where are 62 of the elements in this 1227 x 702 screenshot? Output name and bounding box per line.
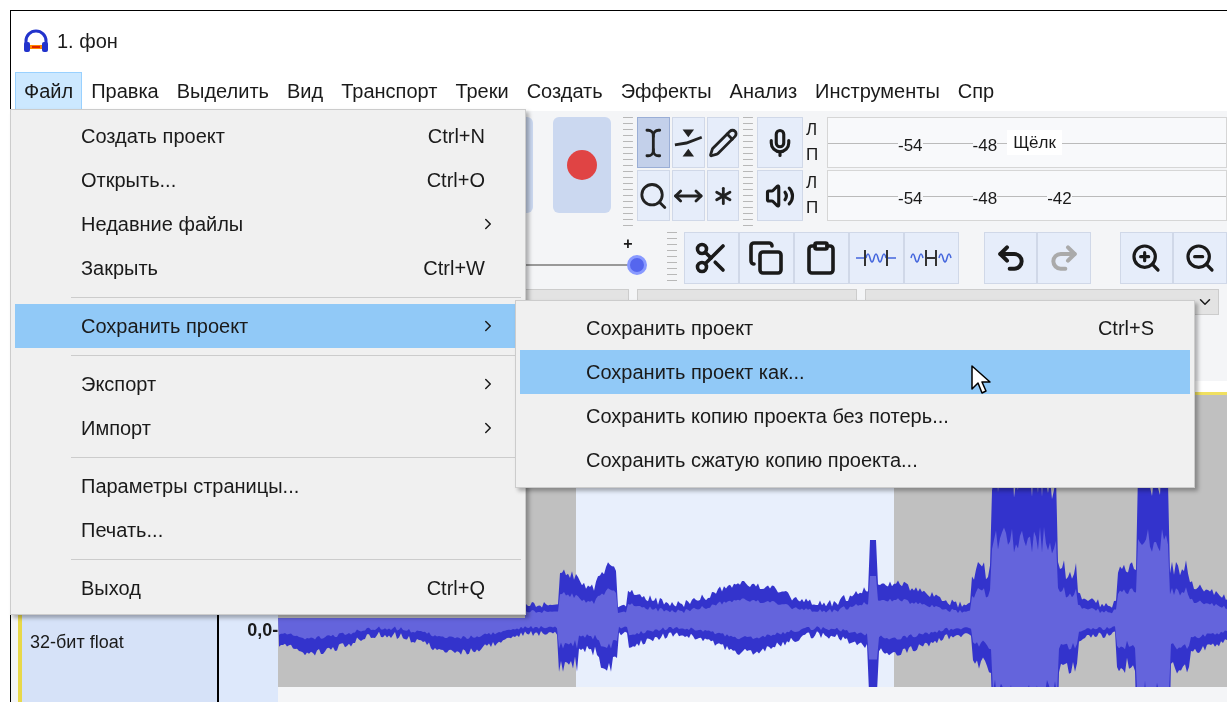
amplitude-scale-label: 0,0- — [247, 619, 279, 642]
level-meter[interactable]: -54 -48 -42 — [827, 170, 1227, 221]
menu-item[interactable]: Открыть... Ctrl+O — [15, 158, 521, 202]
zoom-out-icon — [1183, 242, 1216, 274]
microphone-button[interactable] — [757, 117, 803, 168]
silence-button[interactable] — [903, 232, 959, 284]
channel-label: Л — [806, 119, 819, 141]
tool-button[interactable] — [706, 117, 740, 168]
menu-bar-item[interactable]: Инструменты — [806, 72, 949, 110]
menu-item[interactable]: Закрыть Ctrl+W — [15, 246, 521, 290]
tool-button[interactable] — [671, 117, 705, 168]
shortcut-label: Ctrl+O — [426, 168, 486, 193]
menu-bar-item[interactable]: Транспорт — [332, 72, 447, 110]
menu-item[interactable]: Недавние файлы — [15, 202, 521, 246]
zoom-out-button[interactable] — [1172, 232, 1227, 284]
menu-bar-item[interactable]: Треки — [446, 72, 518, 110]
scissors-button[interactable] — [684, 232, 739, 284]
menu-item[interactable]: Сохранить проект как... — [520, 350, 1190, 394]
menu-bar-item[interactable]: Эффекты — [611, 72, 721, 110]
copy-button[interactable] — [739, 232, 794, 284]
mouse-cursor-icon — [971, 365, 991, 395]
shortcut-label: Ctrl+W — [423, 256, 486, 281]
menu-item[interactable]: Создать проект Ctrl+N — [15, 114, 521, 158]
clipboard-button[interactable] — [793, 232, 849, 284]
tool-button[interactable] — [637, 170, 670, 221]
menu-item[interactable]: Сохранить проект Ctrl+S — [520, 306, 1190, 350]
menu-item[interactable]: Сохранить сжатую копию проекта... — [520, 438, 1190, 482]
menu-bar-item[interactable]: Спр — [948, 72, 1004, 110]
shortcut-label: Ctrl+S — [1097, 316, 1154, 341]
channel-label: П — [806, 144, 820, 166]
menu-bar-item[interactable]: Создать — [517, 72, 612, 110]
redo-icon — [1048, 242, 1080, 274]
toolbar-grip[interactable] — [623, 117, 634, 229]
slider-thumb[interactable] — [626, 255, 647, 275]
menu-bar-item[interactable]: Файл — [15, 72, 83, 110]
track-format-label: 32-бит float — [30, 631, 125, 654]
speaker-button[interactable] — [757, 170, 803, 221]
level-meter[interactable]: -54 -48 Щёлк — [827, 117, 1227, 168]
menu-bar-item[interactable]: Вид — [278, 72, 333, 110]
tool-button[interactable] — [706, 170, 740, 221]
menu-item[interactable]: Сохранить копию проекта без потерь... — [520, 394, 1190, 438]
headphones-logo-icon — [23, 29, 49, 53]
copy-icon — [748, 240, 785, 276]
channel-label: П — [806, 197, 820, 219]
pencil-icon — [707, 126, 739, 159]
trim-button[interactable] — [848, 232, 904, 284]
shortcut-label: Ctrl+N — [427, 124, 486, 149]
menu-item[interactable]: Выход Ctrl+Q — [15, 566, 521, 610]
tool-button[interactable] — [637, 117, 670, 168]
window-title: 1. фон — [57, 29, 118, 54]
menu-item[interactable]: Печать... — [15, 508, 521, 552]
shortcut-label: Ctrl+Q — [426, 576, 486, 601]
undo-button[interactable] — [984, 232, 1038, 284]
menu-bar-item[interactable]: Правка — [82, 72, 168, 110]
meter-hint: Щёлк — [1007, 129, 1062, 156]
menu-bar-item[interactable]: Выделить — [167, 72, 278, 110]
tool-button[interactable] — [671, 170, 705, 221]
record-button[interactable] — [552, 117, 611, 213]
slider-plus-label: + — [623, 234, 633, 254]
menu-bar-item[interactable]: Анализ — [720, 72, 807, 110]
zoom-in-button[interactable] — [1119, 232, 1173, 284]
channel-label: Л — [806, 172, 819, 194]
